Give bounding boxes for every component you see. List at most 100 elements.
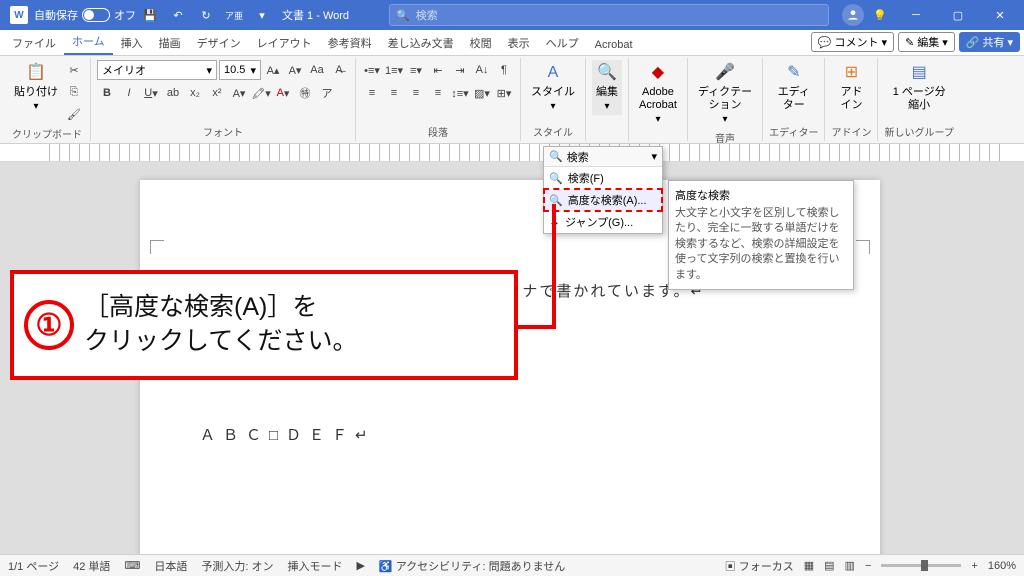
- change-case-icon[interactable]: Aa: [307, 60, 327, 80]
- group-editing: 🔍編集▾: [586, 58, 629, 141]
- copy-icon[interactable]: ⎘: [64, 82, 84, 102]
- tab-layout[interactable]: レイアウト: [249, 31, 320, 55]
- line-spacing-icon[interactable]: ↕≡▾: [450, 83, 470, 103]
- group-label: スタイル: [533, 122, 573, 139]
- tab-view[interactable]: 表示: [500, 31, 538, 55]
- cut-icon[interactable]: ✂: [64, 60, 84, 80]
- group-label: アドイン: [831, 122, 871, 139]
- dropdown-header[interactable]: 🔍検索▾: [544, 147, 662, 167]
- menu-find[interactable]: 🔍検索(F): [544, 167, 662, 189]
- save-icon[interactable]: 💾: [137, 2, 163, 28]
- status-lang[interactable]: 日本語: [154, 558, 187, 574]
- zoom-level[interactable]: 160%: [988, 560, 1016, 572]
- print-layout-icon[interactable]: ▤: [824, 559, 834, 572]
- zoom-out-icon[interactable]: −: [865, 560, 871, 572]
- menu-goto[interactable]: →ジャンプ(G)...: [544, 211, 662, 233]
- zoom-slider[interactable]: [881, 564, 961, 567]
- justify-icon[interactable]: ≡: [428, 83, 448, 103]
- user-avatar[interactable]: [842, 4, 864, 26]
- tab-file[interactable]: ファイル: [4, 31, 64, 55]
- addin-button[interactable]: ⊞アド イン: [836, 60, 866, 114]
- group-style: Aスタイル▾ スタイル: [521, 58, 586, 141]
- multilevel-icon[interactable]: ≡▾: [406, 60, 426, 80]
- focus-mode-button[interactable]: ▣ フォーカス: [725, 558, 794, 574]
- status-macro-icon[interactable]: ▶: [356, 559, 364, 572]
- redo-icon[interactable]: ↻: [193, 2, 219, 28]
- italic-icon[interactable]: I: [119, 83, 139, 103]
- status-mode[interactable]: 挿入モード: [287, 558, 342, 574]
- tab-design[interactable]: デザイン: [189, 31, 249, 55]
- align-right-icon[interactable]: ≡: [406, 83, 426, 103]
- group-font: メイリオ▾ 10.5▾ A▴ A▾ Aa A̶ B I U▾ ab x₂ x² …: [91, 58, 356, 141]
- autosave-toggle[interactable]: 自動保存 オフ: [34, 7, 136, 23]
- lightbulb-icon[interactable]: 💡: [867, 2, 893, 28]
- strike-icon[interactable]: ab: [163, 83, 183, 103]
- shading-icon[interactable]: ▨▾: [472, 83, 492, 103]
- underline-icon[interactable]: U▾: [141, 83, 161, 103]
- numbering-icon[interactable]: 1≡▾: [384, 60, 404, 80]
- tab-acrobat[interactable]: Acrobat: [587, 35, 641, 55]
- tab-home[interactable]: ホーム: [64, 29, 113, 55]
- tab-mailings[interactable]: 差し込み文書: [380, 31, 462, 55]
- paste-button[interactable]: 📋貼り付け▾: [10, 60, 62, 115]
- tab-review[interactable]: 校閲: [462, 31, 500, 55]
- clear-format-icon[interactable]: A̶: [329, 60, 349, 80]
- status-page[interactable]: 1/1 ページ: [8, 558, 59, 574]
- phonetic-icon[interactable]: ア: [317, 83, 337, 103]
- text-effects-icon[interactable]: A▾: [229, 83, 249, 103]
- indent-inc-icon[interactable]: ⇥: [450, 60, 470, 80]
- show-marks-icon[interactable]: ¶: [494, 60, 514, 80]
- align-left-icon[interactable]: ≡: [362, 83, 382, 103]
- ribbon-tabs: ファイル ホーム 挿入 描画 デザイン レイアウト 参考資料 差し込み文書 校閲…: [0, 30, 1024, 56]
- comments-button[interactable]: 💬 コメント ▾: [811, 32, 894, 52]
- bold-icon[interactable]: B: [97, 83, 117, 103]
- subscript-icon[interactable]: x₂: [185, 83, 205, 103]
- font-name-select[interactable]: メイリオ▾: [97, 60, 217, 80]
- align-center-icon[interactable]: ≡: [384, 83, 404, 103]
- indent-dec-icon[interactable]: ⇤: [428, 60, 448, 80]
- shrink-page-button[interactable]: ▤1 ページ分 縮小: [889, 60, 950, 114]
- dictation-button[interactable]: 🎤ディクテー ション▾: [694, 60, 756, 128]
- tab-help[interactable]: ヘルプ: [538, 31, 587, 55]
- search-placeholder: 検索: [416, 7, 438, 23]
- editor-button[interactable]: ✎エディ ター: [774, 60, 814, 114]
- borders-icon[interactable]: ⊞▾: [494, 83, 514, 103]
- tab-insert[interactable]: 挿入: [113, 31, 151, 55]
- web-layout-icon[interactable]: ▥: [845, 559, 855, 572]
- close-button[interactable]: ✕: [980, 0, 1020, 30]
- read-mode-icon[interactable]: ▦: [804, 559, 814, 572]
- format-painter-icon[interactable]: 🖌: [64, 104, 84, 124]
- sort-icon[interactable]: A↓: [472, 60, 492, 80]
- undo-icon[interactable]: ↶: [165, 2, 191, 28]
- grow-font-icon[interactable]: A▴: [263, 60, 283, 80]
- qat-dropdown-icon[interactable]: ▾: [249, 2, 275, 28]
- font-size-select[interactable]: 10.5▾: [219, 60, 261, 80]
- acrobat-button[interactable]: ◆Adobe Acrobat▾: [635, 60, 681, 128]
- editing-mode-button[interactable]: ✎ 編集 ▾: [898, 32, 955, 52]
- styles-button[interactable]: Aスタイル▾: [527, 60, 579, 115]
- editing-button[interactable]: 🔍編集▾: [592, 60, 622, 115]
- enclose-char-icon[interactable]: ㊕: [295, 83, 315, 103]
- tab-draw[interactable]: 描画: [151, 31, 189, 55]
- highlight-icon[interactable]: 🖍▾: [251, 83, 271, 103]
- bullets-icon[interactable]: •≡▾: [362, 60, 382, 80]
- share-button[interactable]: 🔗 共有 ▾: [959, 32, 1020, 52]
- group-addin: ⊞アド イン アドイン: [825, 58, 878, 141]
- menu-advanced-find[interactable]: 🔍高度な検索(A)...: [544, 189, 662, 211]
- status-predict[interactable]: 予測入力: オン: [201, 558, 273, 574]
- status-words[interactable]: 42 単語: [73, 558, 110, 574]
- status-a11y[interactable]: ♿ アクセシビリティ: 問題ありません: [379, 558, 565, 574]
- shrink-font-icon[interactable]: A▾: [285, 60, 305, 80]
- maximize-button[interactable]: ▢: [938, 0, 978, 30]
- minimize-button[interactable]: ─: [896, 0, 936, 30]
- search-box[interactable]: 🔍 検索: [389, 4, 829, 26]
- ruler: [0, 144, 1024, 162]
- quick-access-icon[interactable]: ア亜: [221, 2, 247, 28]
- zoom-in-icon[interactable]: +: [971, 560, 977, 572]
- font-color-icon[interactable]: A▾: [273, 83, 293, 103]
- word-app-icon: W: [10, 6, 28, 24]
- tab-references[interactable]: 参考資料: [320, 31, 380, 55]
- group-clipboard: 📋貼り付け▾ ✂ ⎘ 🖌 クリップボード: [4, 58, 91, 141]
- callout-number: ①: [24, 300, 74, 350]
- superscript-icon[interactable]: x²: [207, 83, 227, 103]
